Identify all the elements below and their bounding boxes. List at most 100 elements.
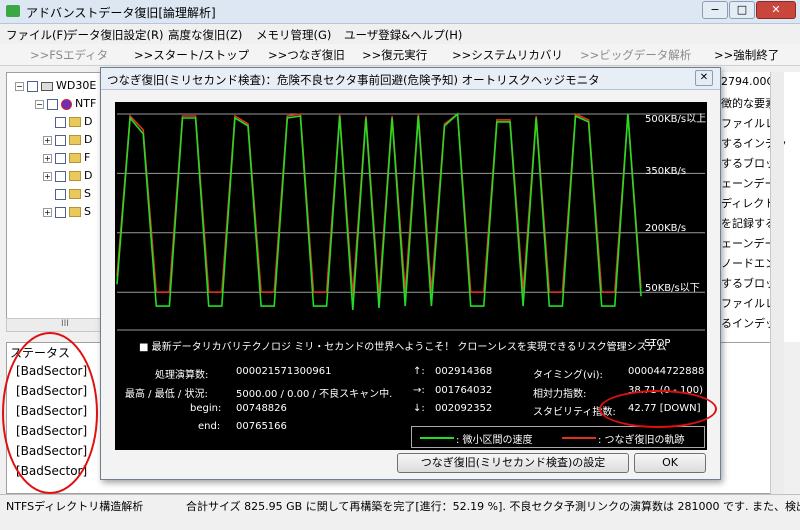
tree-folder[interactable]: + D [43, 133, 92, 151]
app-icon [6, 5, 20, 17]
right-value: 001764032 [435, 385, 493, 396]
start-stop-button[interactable]: >>スタート/ストップ [134, 47, 249, 63]
tree-checkbox[interactable] [55, 188, 66, 200]
stop-indicator: STOP [644, 338, 671, 349]
tree-folder[interactable]: + D [43, 169, 92, 187]
folder-icon [69, 189, 81, 199]
tree-folder[interactable]: D [55, 115, 92, 133]
hard-drive-icon [41, 81, 53, 91]
collapse-icon[interactable]: − [35, 99, 44, 109]
tree-checkbox[interactable] [55, 116, 66, 128]
status-vertical-scrollbar[interactable] [770, 342, 784, 494]
status-bar: NTFSディレクトリ構造解析 合計サイズ 825.95 GB に関して再構築を完… [0, 494, 800, 513]
ok-button[interactable]: OK [634, 453, 706, 473]
expand-icon[interactable]: + [43, 153, 52, 163]
tree-folder[interactable]: + S [43, 205, 91, 223]
down-arrow-label: ↓: [413, 403, 425, 414]
maxmin-label: 最高 / 最低 / 状況: [125, 389, 208, 400]
menu-advanced-recovery[interactable]: 高度な復旧(Z) [168, 27, 242, 43]
toolbar: >>FSエディタ >>スタート/ストップ >>つなぎ復旧 >>復元実行 >>シス… [0, 44, 800, 66]
tree-folder[interactable]: + F [43, 151, 90, 169]
timing-value: 000044722888 [628, 366, 705, 377]
right-arrow-label: →: [413, 385, 425, 396]
expand-icon[interactable]: + [43, 171, 52, 181]
partition-icon [61, 98, 72, 110]
system-recovery-button[interactable]: >>システムリカバリ [452, 47, 563, 63]
begin-label: begin: [190, 403, 222, 414]
end-label: end: [198, 421, 221, 432]
menu-bar: ファイル(F) データ復旧設定(R) 高度な復旧(Z) メモリ管理(G) ユーザ… [0, 24, 800, 44]
folder-icon [69, 171, 81, 181]
up-arrow-label: ↑: [413, 366, 425, 377]
menu-recovery-settings[interactable]: データ復旧設定(R) [66, 27, 163, 43]
collapse-icon[interactable]: − [15, 81, 24, 91]
relative-strength-label: 相対力指数: [533, 389, 587, 400]
legend-swatch-trajectory [562, 437, 596, 439]
maximize-button[interactable]: □ [729, 1, 755, 19]
splice-settings-button[interactable]: つなぎ復旧(ミリセカンド検査)の設定 [397, 453, 629, 473]
legend-swatch-speed [420, 437, 454, 439]
description-line: ディレクト [721, 197, 776, 210]
tree-checkbox[interactable] [55, 134, 66, 146]
description-line: を記録する [721, 217, 776, 230]
folder-icon [69, 207, 81, 217]
y-label-350: 350KB/s [645, 166, 687, 177]
statusbar-right-text: 合計サイズ 825.95 GB に関して再構築を完了[進行：52.19 %]. … [186, 500, 800, 513]
up-value: 002914368 [435, 366, 493, 377]
expand-icon[interactable]: + [43, 135, 52, 145]
legend-label-trajectory: : つなぎ復旧の軌跡 [598, 435, 685, 446]
tree-checkbox[interactable] [47, 98, 58, 110]
end-value: 00765166 [236, 421, 287, 432]
red-annotation-oval [2, 332, 98, 494]
y-label-max: 500KB/s以上 [645, 114, 707, 125]
processing-value: 000021571300961 [236, 366, 332, 377]
close-button[interactable]: ✕ [756, 1, 796, 19]
force-quit-button[interactable]: >>強制終了 [714, 47, 779, 63]
description-line: ファイルレ [721, 117, 776, 130]
description-line: するブロッ [721, 157, 776, 170]
tree-checkbox[interactable] [55, 152, 66, 164]
description-line: ノードエン [721, 257, 776, 270]
big-data-analysis-button[interactable]: >>ビッグデータ解析 [580, 47, 691, 63]
tree-horizontal-scrollbar[interactable]: III [6, 318, 106, 332]
dialog-close-button[interactable]: ✕ [695, 70, 713, 86]
y-label-200: 200KB/s [645, 223, 687, 234]
expand-icon[interactable]: + [43, 207, 52, 217]
restore-execute-button[interactable]: >>復元実行 [362, 47, 427, 63]
begin-value: 00748826 [236, 403, 287, 414]
maxmin-value: 5000.00 / 0.00 / 不良スキャン中. [236, 389, 393, 400]
menu-memory-management[interactable]: メモリ管理(G) [256, 27, 331, 43]
tree-checkbox[interactable] [55, 170, 66, 182]
banner-text: ■ 最新データリカバリテクノロジ ミリ・セカンドの世界へようこそ！ クローンレス… [139, 342, 667, 353]
menu-file[interactable]: ファイル(F) [6, 27, 68, 43]
red-annotation-oval [599, 390, 717, 428]
statusbar-left-text: NTFSディレクトリ構造解析 [6, 500, 144, 513]
legend-label-speed: : 微小区間の速度 [456, 435, 533, 446]
tree-folder[interactable]: S [55, 187, 91, 205]
minimize-button[interactable]: − [702, 1, 728, 19]
description-panel[interactable]: 2794.00GB 徴的な要素 ファイルレ するインデッ するブロッ ェーンデー… [716, 72, 800, 342]
tree-root[interactable]: − WD30E [15, 79, 96, 97]
description-line: ファイルレ [721, 297, 776, 310]
dialog-title: つなぎ復旧(ミリセカンド検査)：危険不良セクタ事前回避(危険予知) オートリスク… [107, 73, 600, 87]
window-title: アドバンストデータ復旧[論理解析] [26, 6, 216, 20]
description-line: ェーンデー [721, 237, 776, 250]
splice-recovery-button[interactable]: >>つなぎ復旧 [268, 47, 345, 63]
fs-editor-button[interactable]: >>FSエディタ [30, 47, 108, 63]
tree-checkbox[interactable] [27, 80, 38, 92]
down-value: 002092352 [435, 403, 493, 414]
menu-user-help[interactable]: ユーザ登録&ヘルプ(H) [344, 27, 462, 43]
tree-partition[interactable]: − NTF [35, 97, 96, 115]
tree-checkbox[interactable] [55, 206, 66, 218]
speed-chart [116, 112, 705, 331]
folder-icon [69, 135, 81, 145]
chart-legend: : 微小区間の速度 : つなぎ復旧の軌跡 [411, 426, 705, 448]
description-line: 徴的な要素 [721, 97, 776, 110]
drive-tree[interactable]: − WD30E − NTF D + D + F + D S + S [6, 72, 106, 332]
folder-icon [69, 117, 81, 127]
description-line: するブロッ [721, 277, 776, 290]
scroll-grip: III [61, 319, 69, 329]
right-vertical-scrollbar[interactable] [770, 72, 784, 342]
processing-label: 処理演算数: [155, 370, 209, 381]
description-line: るインデッ [721, 317, 776, 330]
